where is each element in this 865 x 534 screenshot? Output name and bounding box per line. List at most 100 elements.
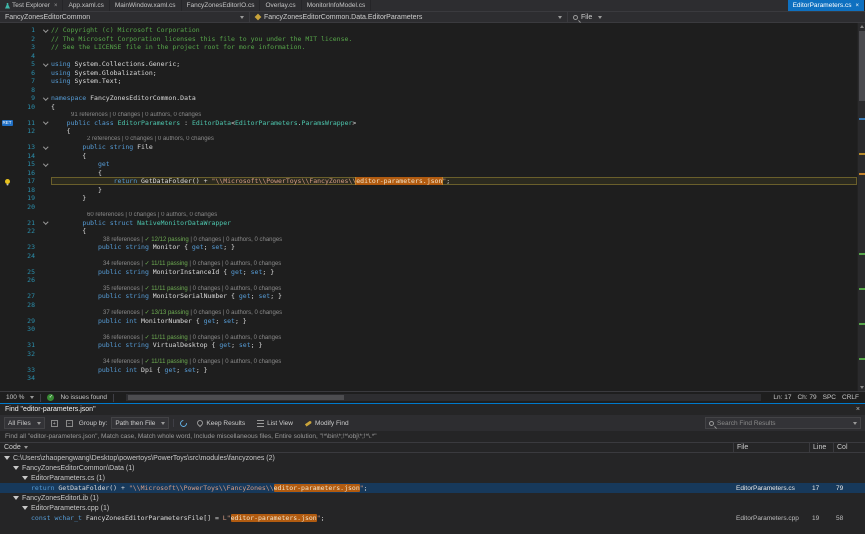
code-text[interactable]: { xyxy=(51,169,857,177)
active-document-tab[interactable]: EditorParameters.cs × xyxy=(788,0,865,11)
code-text[interactable]: 36 references | ✓ 11/11 passing | 0 chan… xyxy=(51,334,857,341)
collapse-all-icon[interactable]: − xyxy=(64,418,75,429)
code-text[interactable]: { xyxy=(51,227,857,235)
fold-chevron-icon[interactable] xyxy=(40,98,51,100)
tab-overlay-cs[interactable]: Overlay.cs xyxy=(260,0,301,11)
code-text[interactable]: } xyxy=(51,186,857,194)
result-group-row[interactable]: EditorParameters.cs (1) xyxy=(0,473,865,483)
tab-app-xaml-cs[interactable]: App.xaml.cs xyxy=(63,0,109,11)
code-text[interactable]: } xyxy=(51,194,857,202)
code-text[interactable]: public int Dpi { get; set; } xyxy=(51,366,857,374)
code-text[interactable]: namespace FancyZonesEditorCommon.Data xyxy=(51,94,857,102)
code-text[interactable]: 38 references | ✓ 12/12 passing | 0 chan… xyxy=(51,236,857,243)
member-dropdown[interactable]: File xyxy=(568,12,865,22)
group-by-dropdown[interactable]: Path then File xyxy=(111,417,169,429)
tab-test-explorer[interactable]: Test Explorer× xyxy=(0,0,63,11)
chevron-down-icon[interactable] xyxy=(30,396,34,399)
editor-vertical-scrollbar[interactable] xyxy=(857,23,865,391)
code-text[interactable]: 2 references | 0 changes | 0 authors, 0 … xyxy=(51,136,857,142)
code-text[interactable]: { xyxy=(51,103,857,111)
code-text[interactable]: 91 references | 0 changes | 0 authors, 0… xyxy=(51,112,857,118)
code-text[interactable]: { xyxy=(51,152,857,160)
chevron-down-icon[interactable] xyxy=(24,446,28,449)
code-text[interactable]: using System.Globalization; xyxy=(51,69,857,77)
tab-fancyzoneseditorio-cs[interactable]: FancyZonesEditorIO.cs xyxy=(182,0,261,11)
modify-find-button[interactable]: Modify Find xyxy=(301,417,353,429)
find-results-search-input[interactable] xyxy=(717,420,850,427)
scrollbar-thumb[interactable] xyxy=(859,31,865,101)
fold-chevron-icon[interactable] xyxy=(40,122,51,124)
code-text[interactable]: public struct NativeMonitorDataWrapper xyxy=(51,219,857,227)
expander-icon[interactable] xyxy=(22,506,28,510)
fold-chevron-icon[interactable] xyxy=(40,147,51,149)
tab-mainwindow-xaml-cs[interactable]: MainWindow.xaml.cs xyxy=(110,0,182,11)
expander-icon[interactable] xyxy=(4,456,10,460)
zoom-control[interactable]: 100 % xyxy=(6,394,24,401)
code-token: set xyxy=(258,292,270,300)
tab-monitorinfomodel-cs[interactable]: MonitorInfoModel.cs xyxy=(302,0,372,11)
result-row[interactable]: return GetDataFolder() + "\\Microsoft\\P… xyxy=(0,483,865,493)
scroll-down-icon[interactable] xyxy=(860,386,864,389)
result-group-row[interactable]: FancyZonesEditorCommon\Data (1) xyxy=(0,463,865,473)
health-check-icon[interactable]: ✓ xyxy=(47,394,54,401)
close-icon[interactable]: × xyxy=(54,3,58,9)
code-text[interactable]: // The Microsoft Corporation licenses th… xyxy=(51,35,857,43)
code-text[interactable]: public string Monitor { get; set; } xyxy=(51,243,857,251)
section-label[interactable]: Code xyxy=(4,444,21,451)
close-icon[interactable]: × xyxy=(856,406,860,413)
code-text[interactable]: public int MonitorNumber { get; set; } xyxy=(51,317,857,325)
code-text[interactable]: using System.Text; xyxy=(51,77,857,85)
expander-icon[interactable] xyxy=(13,496,19,500)
spaces-indicator[interactable]: SPC xyxy=(823,394,836,401)
find-results-search[interactable] xyxy=(705,417,861,429)
scope-dropdown[interactable]: All Files xyxy=(4,417,45,429)
code-text[interactable]: // Copyright (c) Microsoft Corporation xyxy=(51,26,857,34)
code-text[interactable]: public string MonitorSerialNumber { get;… xyxy=(51,292,857,300)
result-group-row[interactable]: FancyZonesEditorLib (1) xyxy=(0,493,865,503)
expander-icon[interactable] xyxy=(22,476,28,480)
list-view-button[interactable]: List View xyxy=(253,417,297,429)
code-text[interactable]: public string VirtualDesktop { get; set;… xyxy=(51,341,857,349)
code-text[interactable]: using System.Collections.Generic; xyxy=(51,60,857,68)
refresh-icon[interactable] xyxy=(178,418,189,429)
code-text[interactable]: { xyxy=(51,127,857,135)
result-group-row[interactable]: C:\Users\zhaopengwang\Desktop\powertoys\… xyxy=(0,453,865,463)
type-dropdown[interactable]: FancyZonesEditorCommon.Data.EditorParame… xyxy=(250,12,568,22)
code-text[interactable]: 34 references | ✓ 11/11 passing | 0 chan… xyxy=(51,358,857,365)
code-editor[interactable]: 1// Copyright (c) Microsoft Corporation2… xyxy=(0,23,865,391)
code-text[interactable]: public class EditorParameters : EditorDa… xyxy=(51,119,857,127)
result-group-row[interactable]: EditorParameters.cpp (1) xyxy=(0,503,865,513)
lightbulb-icon[interactable] xyxy=(5,179,10,184)
find-panel-toolbar: All Files + − Group by: Path then File K… xyxy=(0,415,865,431)
code-text[interactable]: 35 references | ✓ 11/11 passing | 0 chan… xyxy=(51,285,857,292)
column-header-file[interactable]: File xyxy=(733,443,809,452)
fold-chevron-icon[interactable] xyxy=(40,164,51,166)
scroll-up-icon[interactable] xyxy=(860,25,864,28)
search-match: editor-parameters.json xyxy=(231,514,317,522)
code-text[interactable]: 34 references | ✓ 11/11 passing | 0 chan… xyxy=(51,260,857,267)
code-text[interactable]: 37 references | ✓ 13/13 passing | 0 chan… xyxy=(51,309,857,316)
editor-horizontal-scrollbar[interactable] xyxy=(126,394,761,401)
close-icon[interactable]: × xyxy=(855,3,859,9)
column-header-line[interactable]: Line xyxy=(809,443,833,452)
health-status-text[interactable]: No issues found xyxy=(60,394,107,401)
expand-all-icon[interactable]: + xyxy=(49,418,60,429)
code-text[interactable]: public string File xyxy=(51,143,857,151)
project-dropdown[interactable]: FancyZonesEditorCommon xyxy=(0,12,250,22)
keep-results-button[interactable]: Keep Results xyxy=(193,417,249,429)
code-text[interactable]: public string MonitorInstanceId { get; s… xyxy=(51,268,857,276)
gutter-badge[interactable]: RET xyxy=(2,120,13,126)
code-text[interactable]: 60 references | 0 changes | 0 authors, 0… xyxy=(51,212,857,218)
code-text[interactable]: // See the LICENSE file in the project r… xyxy=(51,43,857,51)
fold-chevron-icon[interactable] xyxy=(40,64,51,66)
code-token: ; xyxy=(446,177,450,185)
code-text[interactable]: return GetDataFolder() + "\\Microsoft\\P… xyxy=(51,177,857,185)
column-header-col[interactable]: Col xyxy=(833,443,855,452)
expander-icon[interactable] xyxy=(13,466,19,470)
line-ending-indicator[interactable]: CRLF xyxy=(842,394,859,401)
code-text[interactable]: get xyxy=(51,160,857,168)
fold-chevron-icon[interactable] xyxy=(40,30,51,32)
scrollbar-thumb[interactable] xyxy=(128,395,344,400)
result-row[interactable]: const wchar_t FancyZonesEditorParameters… xyxy=(0,513,865,523)
fold-chevron-icon[interactable] xyxy=(40,222,51,224)
